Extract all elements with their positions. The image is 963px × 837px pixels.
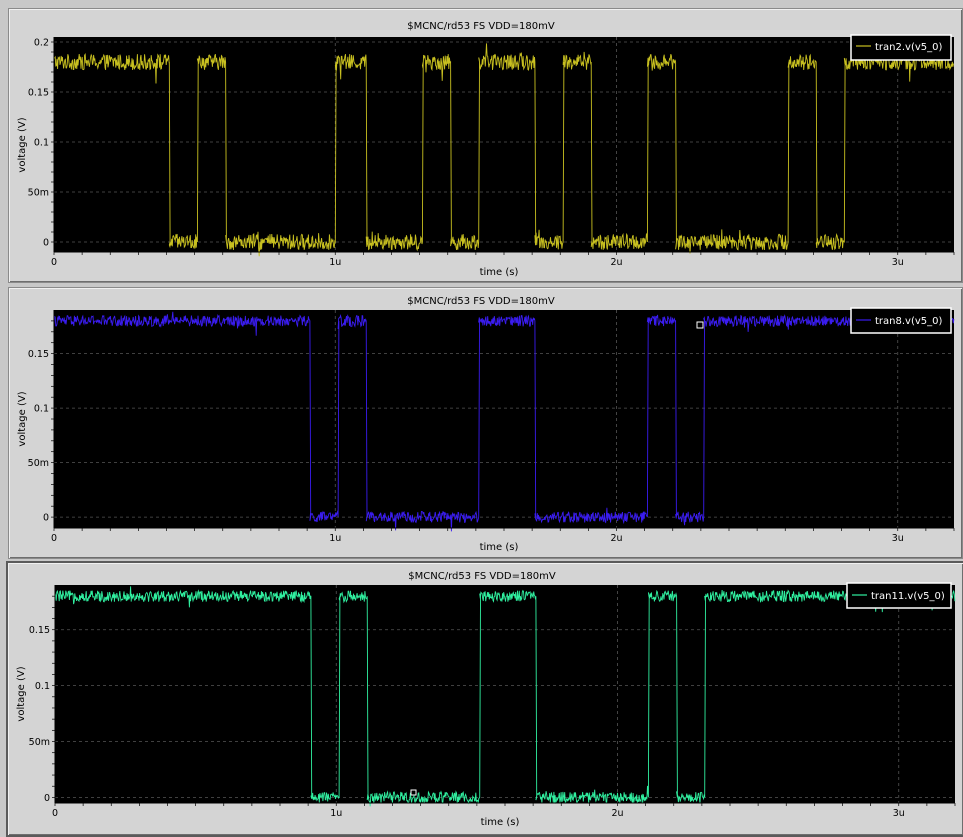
y-tick-label: 0.1 [34, 138, 49, 149]
x-tick-label: 0 [51, 257, 57, 268]
y-tick-label: 0.15 [28, 349, 49, 360]
legend[interactable]: tran8.v(v5_0) [850, 307, 952, 334]
y-axis-label: voltage (V) [17, 117, 28, 172]
legend-label: tran2.v(v5_0) [875, 42, 943, 53]
x-tick-label: 1u [330, 808, 342, 819]
x-tick-label: 3u [892, 257, 904, 268]
y-tick-label: 0.15 [29, 625, 50, 636]
y-tick-label: 50m [29, 737, 50, 748]
legend-label: tran8.v(v5_0) [875, 316, 943, 327]
chart-3: $MCNC/rd53 FS VDD=180mV 0 1u 2u 3u 0 50m 0.1 0.… [16, 571, 956, 828]
y-axis-label: voltage (V) [16, 666, 27, 721]
y-tick-label: 0 [43, 238, 49, 249]
x-axis-label: time (s) [480, 267, 519, 278]
plot-panel-1[interactable]: $MCNC/rd53 FS VDD=180mV 0 1u 2u 3u 0 50m 0.1 0.… [8, 8, 963, 283]
x-tick-label: 0 [52, 808, 58, 819]
legend-label: tran11.v(v5_0) [871, 591, 945, 602]
x-tick-label: 1u [329, 257, 341, 268]
chart-title: $MCNC/rd53 FS VDD=180mV [407, 21, 555, 32]
plot-area[interactable] [54, 37, 954, 252]
x-tick-label: 1u [329, 533, 341, 544]
y-axis-label: voltage (V) [17, 391, 28, 446]
plot-area[interactable] [55, 585, 955, 803]
y-tick-label: 0.2 [34, 38, 49, 49]
y-tick-label: 0 [43, 513, 49, 524]
x-tick-label: 0 [51, 533, 57, 544]
chart-2: $MCNC/rd53 FS VDD=180mV 0 1u 2u 3u 0 50m 0.1 0.… [17, 296, 955, 553]
chart-1: $MCNC/rd53 FS VDD=180mV 0 1u 2u 3u 0 50m 0.1 0.… [17, 21, 955, 278]
x-tick-label: 3u [892, 533, 904, 544]
y-tick-label: 0.1 [34, 404, 49, 415]
x-tick-label: 2u [610, 533, 622, 544]
x-tick-label: 3u [893, 808, 905, 819]
x-tick-label: 2u [611, 808, 623, 819]
x-axis-label: time (s) [481, 817, 520, 828]
y-tick-label: 50m [28, 188, 49, 199]
y-tick-label: 50m [28, 458, 49, 469]
x-tick-label: 2u [610, 257, 622, 268]
y-tick-label: 0.1 [35, 681, 50, 692]
chart-title: $MCNC/rd53 FS VDD=180mV [408, 571, 556, 582]
x-axis-label: time (s) [480, 542, 519, 553]
chart-title: $MCNC/rd53 FS VDD=180mV [407, 296, 555, 307]
plot-panel-2[interactable]: $MCNC/rd53 FS VDD=180mV 0 1u 2u 3u 0 50m 0.1 0.… [8, 287, 963, 559]
legend[interactable]: tran11.v(v5_0) [846, 582, 952, 609]
y-tick-label: 0 [44, 793, 50, 804]
plot-panel-3[interactable]: $MCNC/rd53 FS VDD=180mV 0 1u 2u 3u 0 50m 0.1 0.… [6, 561, 963, 837]
plot-area[interactable] [54, 310, 954, 528]
y-tick-label: 0.15 [28, 88, 49, 99]
legend[interactable]: tran2.v(v5_0) [850, 34, 952, 61]
